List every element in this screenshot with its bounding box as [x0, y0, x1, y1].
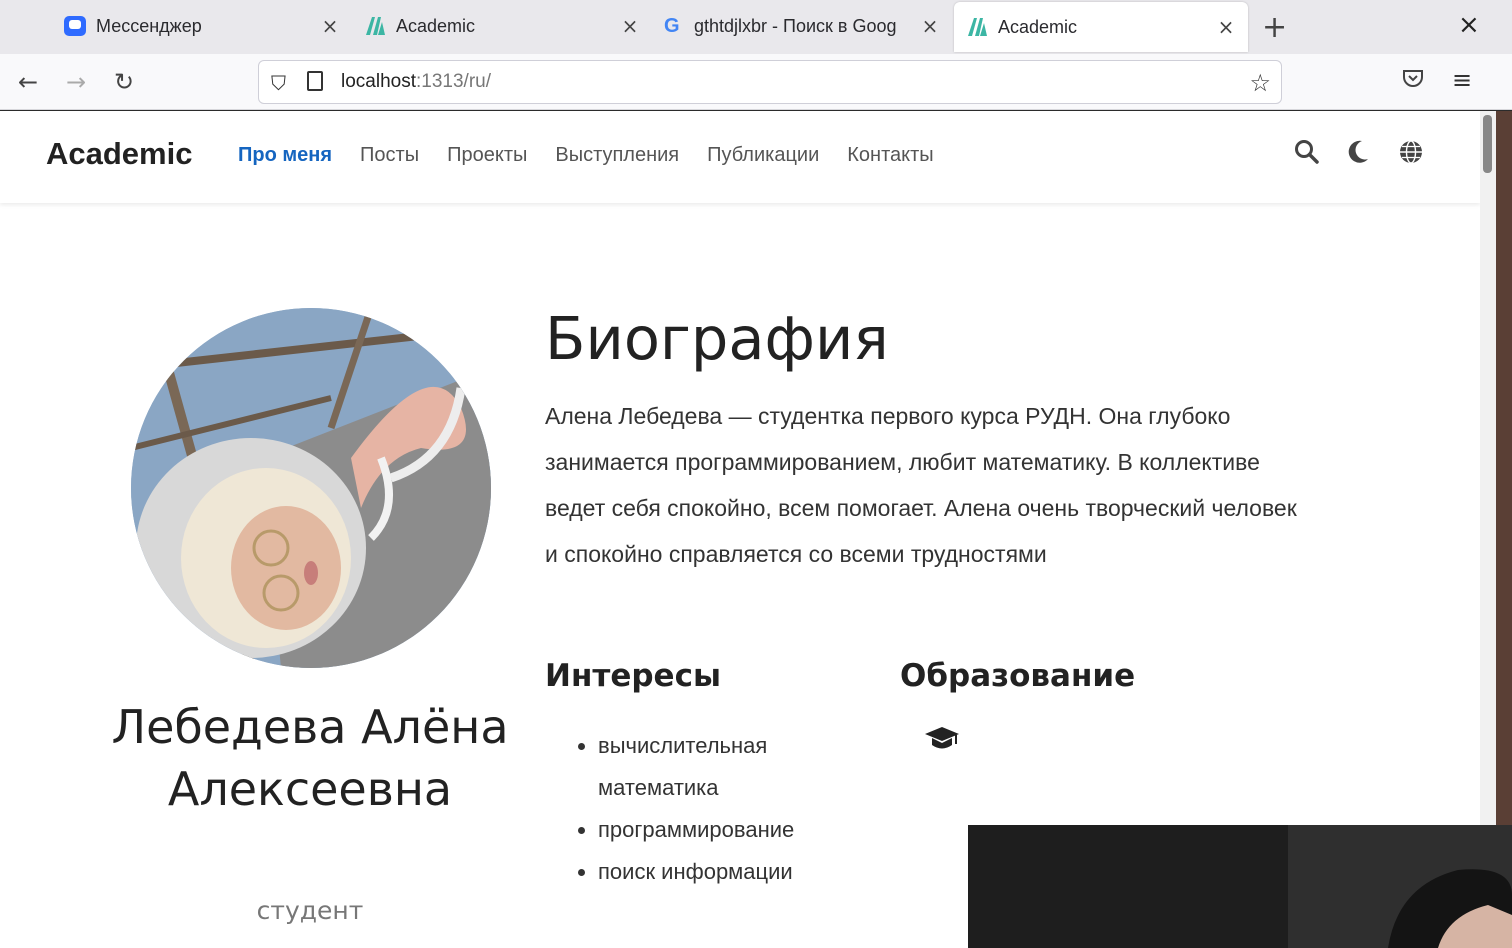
tab-title: gthtdjlxbr - Поиск в Goog: [694, 15, 897, 36]
new-tab-button[interactable]: +: [1262, 10, 1287, 45]
interests-heading: Интересы: [545, 658, 721, 694]
dark-mode-moon-icon[interactable]: [1346, 139, 1370, 171]
messenger-icon: [64, 16, 86, 36]
hamburger-menu-icon[interactable]: ≡: [1452, 66, 1472, 94]
reload-button[interactable]: ↻: [114, 68, 134, 96]
menu-item-projects[interactable]: Проекты: [447, 144, 527, 167]
bookmark-star-icon[interactable]: ☆: [1249, 69, 1271, 97]
tab-google[interactable]: G gthtdjlxbr - Поиск в Goog ×: [652, 0, 952, 52]
graduation-cap-icon: [924, 725, 960, 753]
site-brand[interactable]: Academic: [46, 136, 192, 172]
close-icon[interactable]: ×: [620, 14, 640, 38]
webcam-overlay: [968, 825, 1512, 948]
biography-text: Алена Лебедева — студентка первого курса…: [545, 403, 1297, 567]
tab-bar: Мессенджер × Academic × G gthtdjlxbr - П…: [0, 0, 1512, 54]
search-icon[interactable]: [1294, 139, 1320, 171]
page-scrollbar[interactable]: [1480, 111, 1496, 948]
tab-title: Мессенджер: [96, 15, 202, 36]
tab-academic-active[interactable]: Academic ×: [954, 2, 1248, 52]
site-navbar: Academic Про меня Посты Проекты Выступле…: [0, 111, 1480, 203]
google-icon: G: [664, 15, 680, 37]
pocket-icon[interactable]: [1402, 68, 1424, 94]
menu-item-posts[interactable]: Посты: [360, 144, 419, 167]
browser-toolbar: ← → ↻ ⛉ localhost:1313/ru/ ☆ ≡: [0, 54, 1512, 110]
window-close-button[interactable]: ×: [1458, 10, 1480, 40]
academic-icon: [366, 17, 385, 35]
scrollbar-thumb[interactable]: [1483, 115, 1492, 173]
menu-item-contacts[interactable]: Контакты: [847, 144, 933, 167]
site-menu: Про меня Посты Проекты Выступления Публи…: [238, 144, 934, 167]
close-icon[interactable]: ×: [320, 14, 340, 38]
page-icon: [307, 71, 323, 91]
url-path: :1313/ru/: [416, 71, 491, 92]
profile-avatar: [131, 308, 491, 668]
url-text[interactable]: localhost:1313/ru/: [341, 71, 491, 93]
menu-item-talks[interactable]: Выступления: [555, 144, 679, 167]
close-icon[interactable]: ×: [920, 14, 940, 38]
menu-item-about[interactable]: Про меня: [238, 144, 332, 167]
back-button[interactable]: ←: [18, 68, 38, 96]
url-host: localhost: [341, 71, 416, 92]
list-item: поиск информации: [598, 851, 868, 893]
language-globe-icon[interactable]: [1398, 139, 1424, 171]
address-bar[interactable]: ⛉ localhost:1313/ru/ ☆: [258, 60, 1282, 104]
interests-list: вычислительная математика программирован…: [578, 725, 868, 893]
biography-heading: Биография: [545, 304, 889, 373]
profile-role: студент: [256, 896, 364, 925]
forward-button[interactable]: →: [66, 68, 86, 96]
profile-name: Лебедева Алёна Алексеевна: [111, 700, 509, 816]
web-page: Academic Про меня Посты Проекты Выступле…: [0, 111, 1480, 948]
tab-title: Academic: [396, 15, 476, 36]
shield-icon[interactable]: ⛉: [271, 71, 286, 95]
list-item: вычислительная математика: [598, 725, 868, 809]
menu-item-publications[interactable]: Публикации: [707, 144, 819, 167]
academic-icon: [968, 18, 987, 36]
list-item: программирование: [598, 809, 868, 851]
close-icon[interactable]: ×: [1216, 15, 1236, 39]
tab-academic-1[interactable]: Academic ×: [352, 0, 652, 52]
desktop-background: [1496, 111, 1512, 948]
tab-messenger[interactable]: Мессенджер ×: [52, 0, 352, 52]
education-heading: Образование: [900, 658, 1136, 694]
tab-title: Academic: [998, 16, 1078, 37]
